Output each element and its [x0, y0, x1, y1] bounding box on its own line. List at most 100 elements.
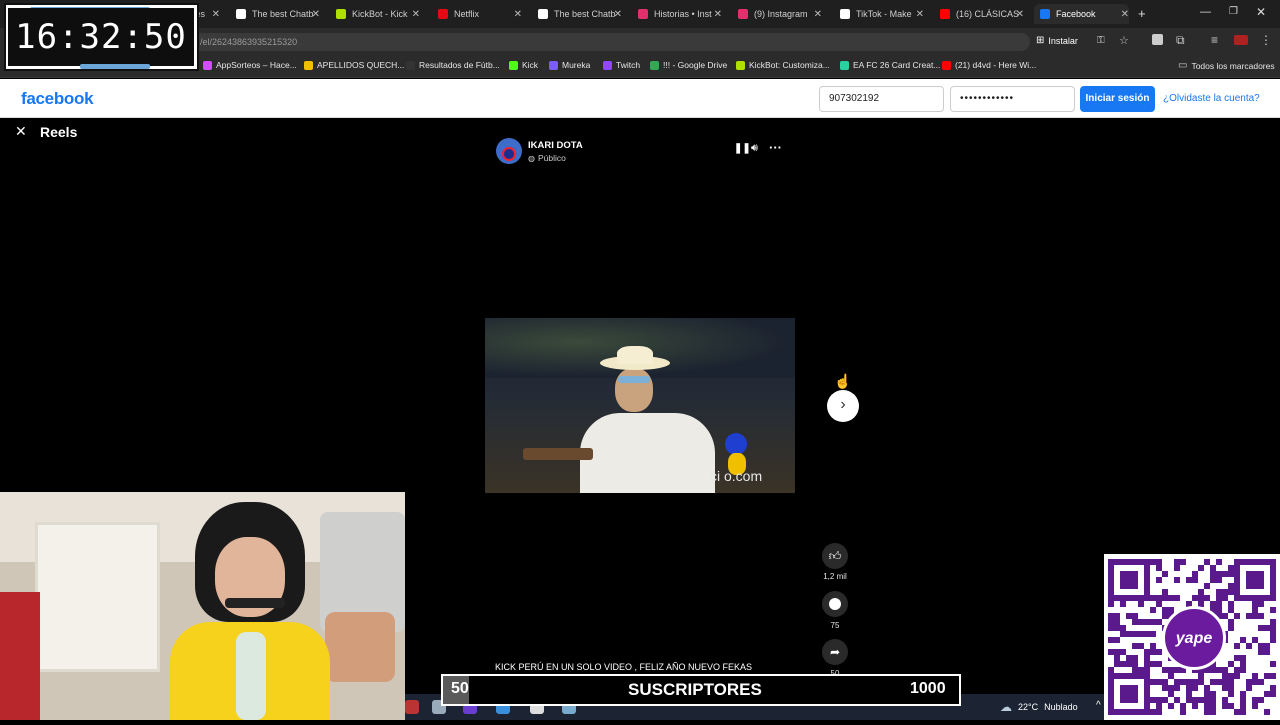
close-window-icon[interactable]: ✕: [1256, 5, 1266, 19]
install-app-button[interactable]: ⊞ Instalar: [1036, 35, 1078, 46]
bookmark-star-icon[interactable]: ☆: [1119, 34, 1129, 47]
email-field[interactable]: 907302192: [819, 86, 944, 112]
subscriber-label: SUSCRIPTORES: [628, 680, 762, 699]
tab-close-icon[interactable]: ✕: [916, 9, 924, 20]
bookmark-favicon-icon: [840, 60, 849, 70]
reel-video[interactable]: ci o.com: [485, 318, 795, 493]
yape-logo: yape: [1162, 606, 1226, 670]
tab-close-icon[interactable]: ✕: [412, 9, 420, 20]
bookmark-label: EA FC 26 Card Creat...: [853, 60, 941, 70]
stream-timer: 16:32:50: [8, 8, 194, 66]
bookmark-label: Kick: [522, 60, 539, 70]
bookmark-item[interactable]: Resultados de Fútb...: [406, 60, 500, 70]
browser-tab[interactable]: Netflix ✕: [432, 4, 522, 24]
browser-tab[interactable]: The best Chatb ✕: [230, 4, 320, 24]
taskbar-app-icon[interactable]: [405, 700, 419, 714]
author-avatar[interactable]: [496, 138, 522, 164]
weather-temp: 22°C: [1018, 702, 1039, 712]
tab-favicon-icon: [438, 9, 448, 19]
tab-close-icon[interactable]: ✕: [1121, 9, 1129, 20]
browser-tab[interactable]: The best Chatb ✕: [532, 4, 622, 24]
bookmark-item[interactable]: AppSorteos – Hace...: [203, 60, 297, 70]
webcam-shelf: [35, 522, 160, 672]
bookmark-item[interactable]: Mureka: [549, 60, 590, 70]
browser-tab[interactable]: Historias • Inst ✕: [632, 4, 722, 24]
browser-tab[interactable]: TikTok - Make ✕: [834, 4, 924, 24]
bookmark-favicon-icon: [509, 60, 518, 70]
tab-close-icon[interactable]: ✕: [614, 9, 622, 20]
install-icon: ⊞: [1036, 35, 1045, 46]
bookmark-favicon-icon: [942, 60, 951, 70]
menu-kebab-icon[interactable]: ⋮: [1260, 33, 1272, 47]
pause-icon[interactable]: ❚❚: [734, 143, 751, 154]
password-field[interactable]: ••••••••••••: [950, 86, 1075, 112]
tab-favicon-icon: [738, 9, 748, 19]
login-button[interactable]: Iniciar sesión: [1080, 86, 1155, 112]
tab-close-icon[interactable]: ✕: [312, 9, 320, 20]
browser-tab[interactable]: KickBot - Kick ✕: [330, 4, 420, 24]
next-reel-button[interactable]: ›: [827, 390, 859, 422]
bookmark-favicon-icon: [549, 60, 558, 70]
bookmark-item[interactable]: EA FC 26 Card Creat...: [840, 60, 940, 70]
media-controls-icon[interactable]: ≡: [1211, 33, 1218, 47]
more-options-icon[interactable]: ···: [769, 140, 782, 155]
browser-tab[interactable]: (16) CLÁSICAS ✕: [934, 4, 1024, 24]
tab-title: Facebook: [1056, 9, 1096, 19]
bookmark-item[interactable]: Twitch: [603, 60, 640, 70]
tab-close-icon[interactable]: ✕: [1016, 9, 1024, 20]
bookmark-item[interactable]: (21) d4vd - Here Wi...: [942, 60, 1036, 70]
bookmark-favicon-icon: [736, 60, 745, 70]
forgot-account-link[interactable]: ¿Olvidaste la cuenta?: [1163, 93, 1260, 104]
bookmark-item[interactable]: !!! - Google Drive: [650, 60, 727, 70]
webcam-cushion: [325, 612, 395, 682]
tab-close-icon[interactable]: ✕: [814, 9, 822, 20]
share-button[interactable]: ➦: [822, 639, 848, 665]
bookmark-favicon-icon: [304, 60, 313, 70]
bookmark-favicon-icon: [603, 60, 612, 70]
tab-favicon-icon: [638, 9, 648, 19]
comment-button[interactable]: [822, 591, 848, 617]
cloud-weather-icon: ☁: [1000, 700, 1012, 714]
video-hat-crown: [617, 346, 653, 364]
tab-close-icon[interactable]: ✕: [514, 9, 522, 20]
bookmark-label: Mureka: [562, 60, 591, 70]
bookmark-favicon-icon: [650, 60, 659, 70]
tray-chevron-icon[interactable]: ^: [1096, 700, 1101, 711]
tab-title: Netflix: [454, 9, 480, 19]
bookmark-item[interactable]: KickBot: Customiza...: [736, 60, 830, 70]
minimize-window-icon[interactable]: —: [1200, 6, 1211, 18]
bookmark-favicon-icon: [203, 60, 212, 70]
install-label: Instalar: [1048, 35, 1078, 46]
subscriber-current: 50: [451, 680, 469, 697]
comment-bubble-icon: [829, 598, 841, 610]
webcam-water-bottle: [236, 632, 266, 720]
folder-icon: ▭: [1178, 60, 1188, 71]
all-bookmarks-folder[interactable]: ▭ Todos los marcadores: [1178, 60, 1275, 71]
share-arrow-icon: ➦: [829, 645, 841, 659]
profile-avatar[interactable]: [1234, 35, 1248, 45]
bookmark-label: KickBot: Customiza...: [749, 60, 830, 70]
extensions-puzzle-icon[interactable]: ⧉: [1176, 33, 1185, 48]
author-name[interactable]: IKARI DOTA: [528, 140, 583, 151]
tab-close-icon[interactable]: ✕: [212, 9, 220, 20]
subscriber-goal: 1000: [910, 680, 946, 697]
bookmark-item[interactable]: APELLIDOS QUECH...: [304, 60, 404, 70]
bookmark-item[interactable]: Kick: [509, 60, 538, 70]
password-key-icon[interactable]: ⚿: [1097, 35, 1105, 46]
tab-title: The best Chatb: [252, 9, 314, 19]
facebook-logo[interactable]: facebook: [21, 89, 94, 109]
restore-window-icon[interactable]: ❐: [1229, 6, 1238, 17]
volume-icon[interactable]: 🔊︎: [751, 142, 758, 155]
new-tab-button[interactable]: +: [1138, 6, 1146, 21]
like-button[interactable]: 👍︎: [822, 543, 848, 569]
mouse-cursor-icon: ☝: [834, 373, 852, 389]
tab-close-icon[interactable]: ✕: [714, 9, 722, 20]
url-bar[interactable]: /el/262438639352153​20: [120, 33, 1030, 51]
browser-tab[interactable]: Facebook ✕: [1034, 4, 1129, 24]
tab-favicon-icon: [336, 9, 346, 19]
video-person-body: [580, 413, 715, 493]
browser-tab[interactable]: (9) Instagram ✕: [732, 4, 822, 24]
timer-accent-bottom: [80, 64, 150, 69]
close-reels-icon[interactable]: ✕: [15, 123, 27, 140]
extension-icon[interactable]: [1152, 34, 1163, 45]
